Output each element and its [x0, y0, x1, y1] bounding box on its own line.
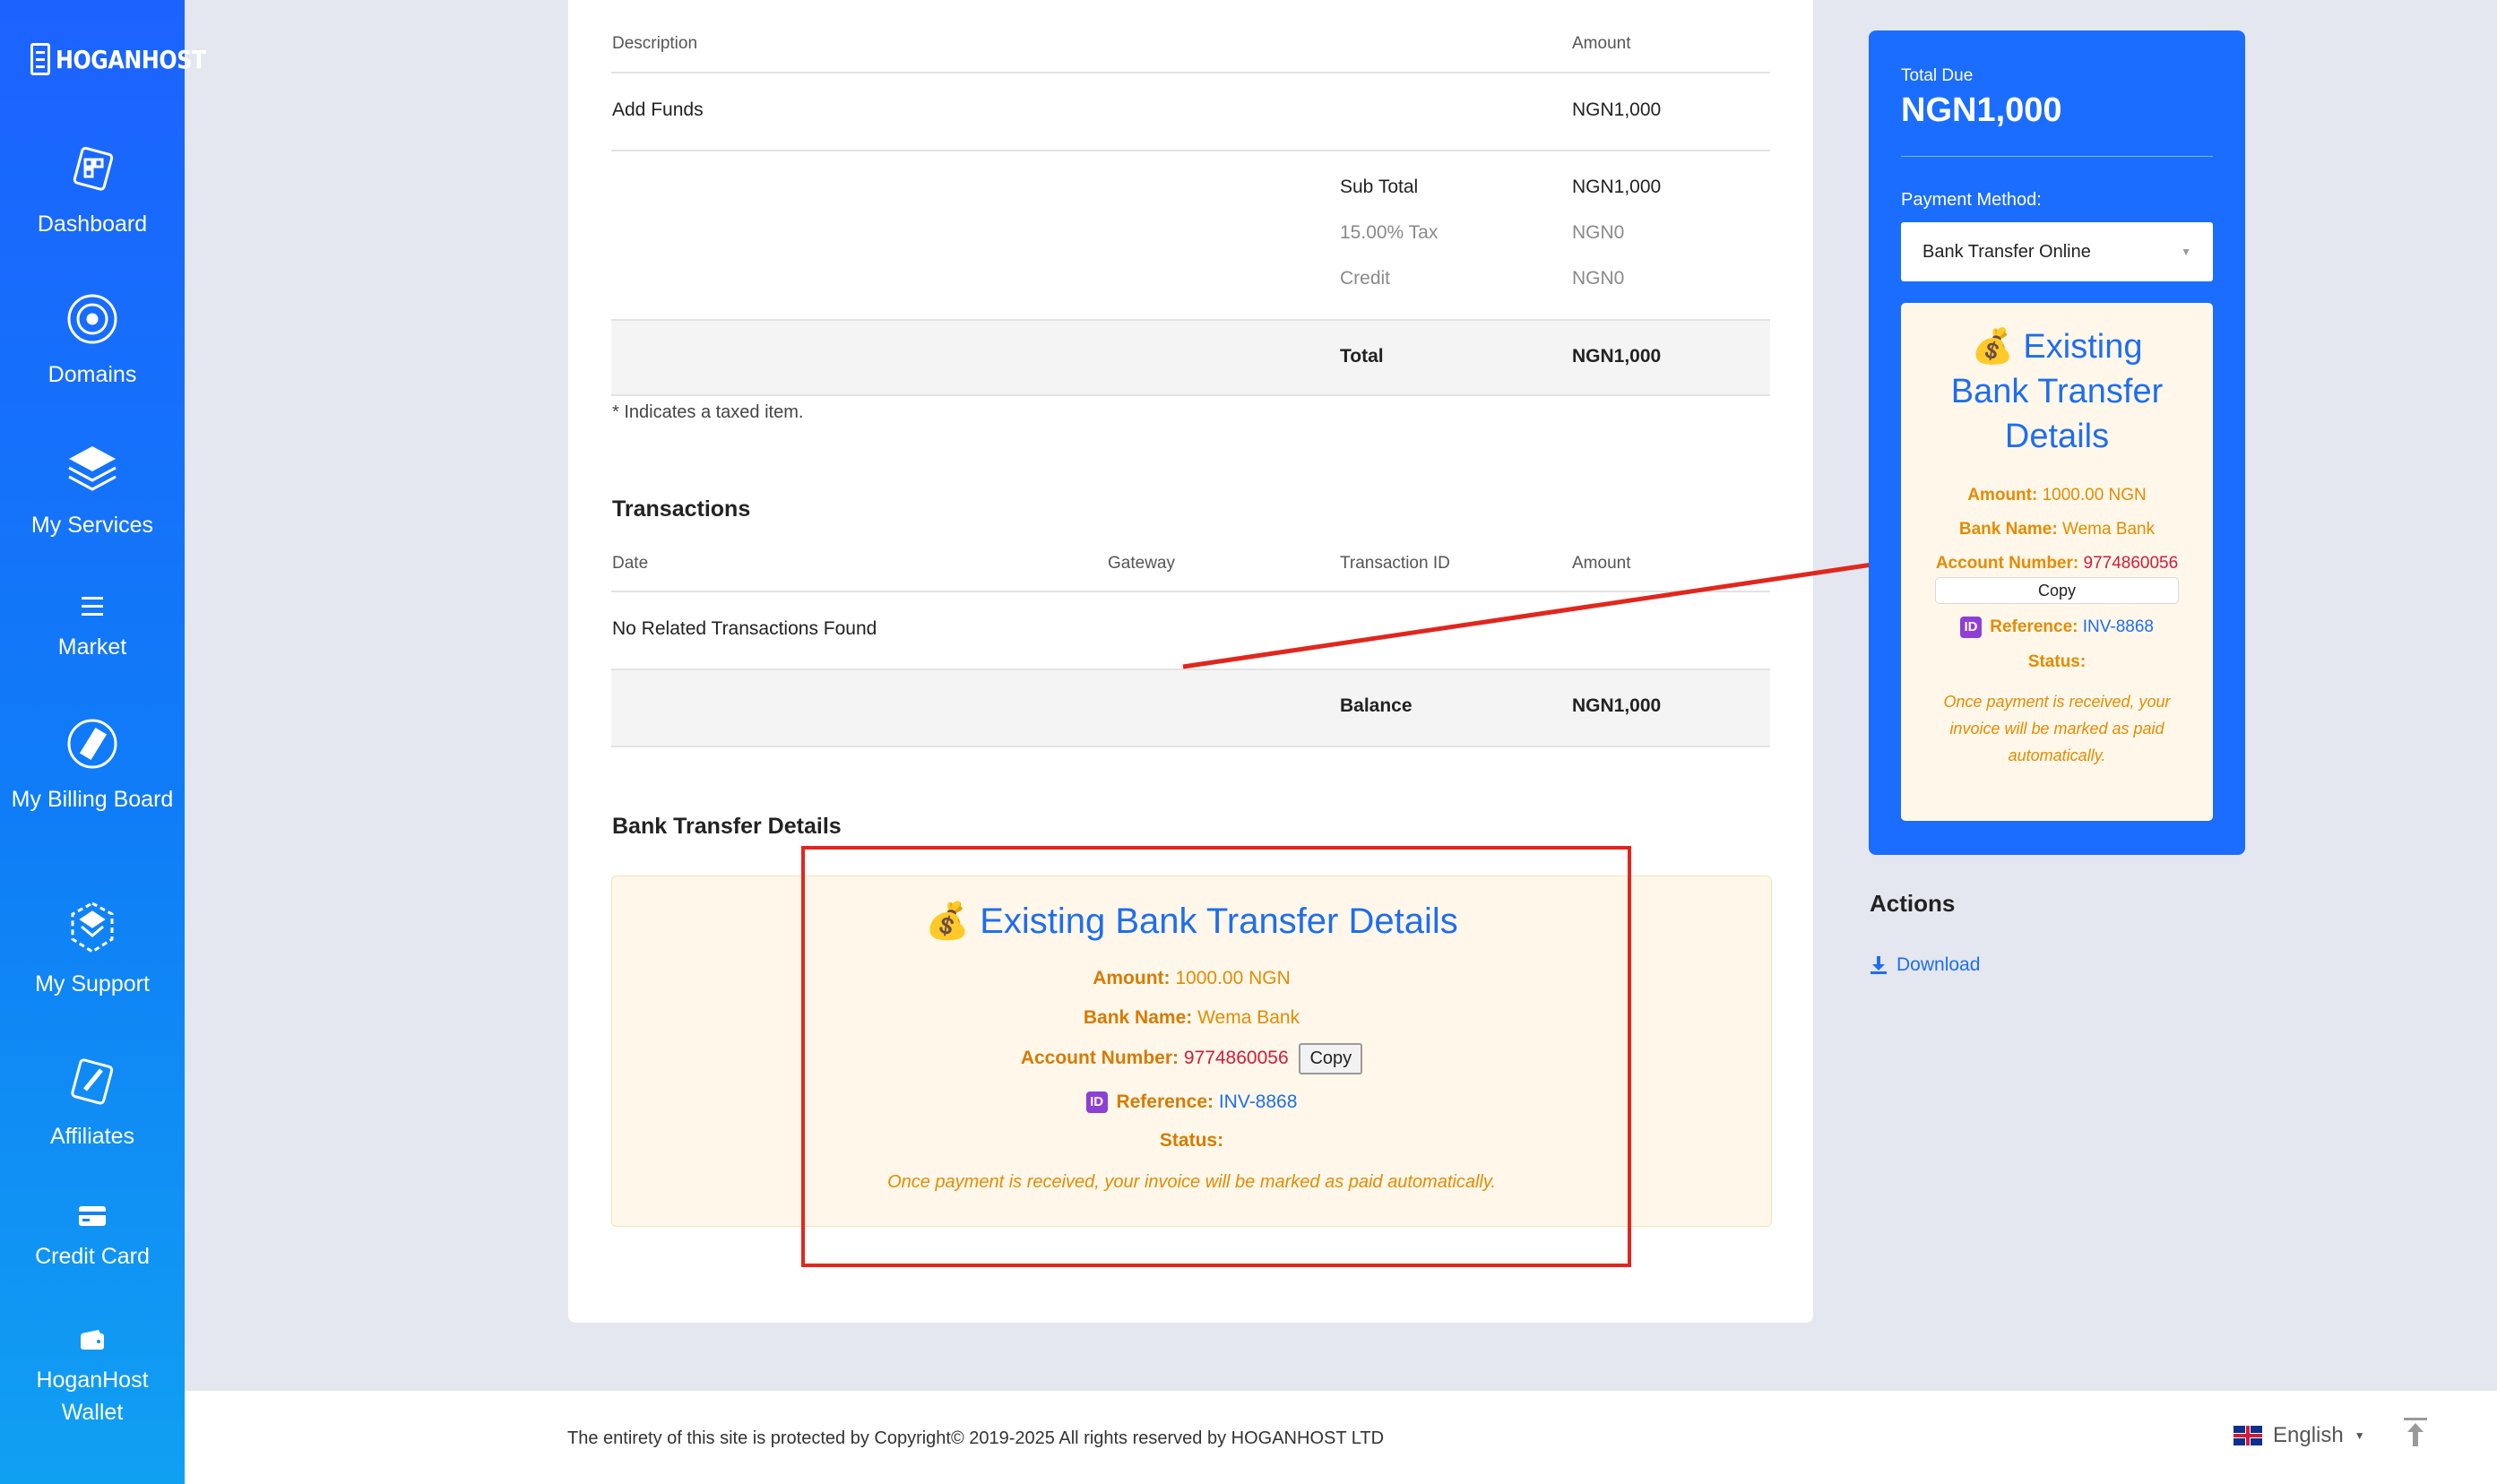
summary-bank-transfer-title: 💰 Existing Bank Transfer Details — [1901, 324, 2213, 459]
amount-value: 1000.00 NGN — [2042, 486, 2147, 505]
reference-value: INV-8868 — [2082, 617, 2154, 637]
download-icon — [1871, 956, 1887, 974]
language-selector[interactable]: English ▼ — [2233, 1423, 2365, 1448]
divider — [1901, 156, 2213, 157]
total-due-label: Total Due — [1901, 66, 1974, 85]
summary-title-line-1-text: Existing — [2023, 328, 2143, 366]
summary-payment-note: Once payment is received, your invoice w… — [1928, 688, 2186, 769]
payment-method-value: Bank Transfer Online — [1922, 241, 2091, 262]
caret-down-icon: ▼ — [2354, 1429, 2365, 1442]
account-number-label: Account Number: — [1935, 554, 2079, 573]
summary-title-line-3: Details — [2004, 418, 2110, 455]
summary-bank-transfer-box: 💰 Existing Bank Transfer Details Amount:… — [1901, 303, 2213, 821]
download-link[interactable]: Download — [1870, 954, 1980, 976]
copyright-text: The entirety of this site is protected b… — [567, 1428, 1385, 1448]
chevron-down-icon: ▼ — [2181, 246, 2191, 258]
summary-note-line-2: invoice will be marked as paid — [1949, 720, 2164, 738]
language-label: English — [2273, 1423, 2344, 1447]
money-bag-icon: 💰 — [1971, 328, 2014, 366]
summary-status-line: Status: — [1901, 652, 2213, 672]
summary-title-line-1: 💰 Existing — [1901, 324, 2213, 369]
footer: The entirety of this site is protected b… — [185, 1391, 2497, 1484]
summary-copy-button[interactable]: Copy — [1935, 577, 2179, 604]
uk-flag-icon — [2233, 1426, 2262, 1445]
payment-summary-card: Total Due NGN1,000 Payment Method: Bank … — [1869, 30, 2245, 855]
id-icon: ID — [1959, 617, 1982, 638]
summary-bank-name-line: Bank Name: Wema Bank — [1901, 520, 2213, 539]
total-due-value: NGN1,000 — [1901, 91, 2062, 129]
download-label: Download — [1897, 954, 1981, 975]
reference-label: Reference: — [1990, 617, 2078, 637]
back-to-top-icon[interactable] — [2402, 1416, 2429, 1448]
actions-title: Actions — [1870, 890, 1956, 917]
payment-method-label: Payment Method: — [1901, 190, 2042, 210]
bank-name-value: Wema Bank — [2061, 520, 2156, 539]
summary-reference-line: ID Reference: INV-8868 — [1901, 617, 2213, 638]
summary-amount-line: Amount: 1000.00 NGN — [1901, 486, 2213, 505]
account-number-value: 9774860056 — [2083, 554, 2179, 573]
summary-note-line-3: automatically. — [2008, 746, 2106, 764]
summary-note-line-1: Once payment is received, your — [1943, 693, 2171, 711]
bank-name-label: Bank Name: — [1958, 520, 2058, 539]
status-label: Status: — [2027, 652, 2087, 671]
payment-method-select[interactable]: Bank Transfer Online ▼ — [1901, 222, 2213, 281]
summary-account-number-line: Account Number: 9774860056 — [1901, 554, 2213, 574]
summary-title-line-2: Bank Transfer — [1950, 373, 2164, 410]
amount-label: Amount: — [1967, 486, 2038, 505]
